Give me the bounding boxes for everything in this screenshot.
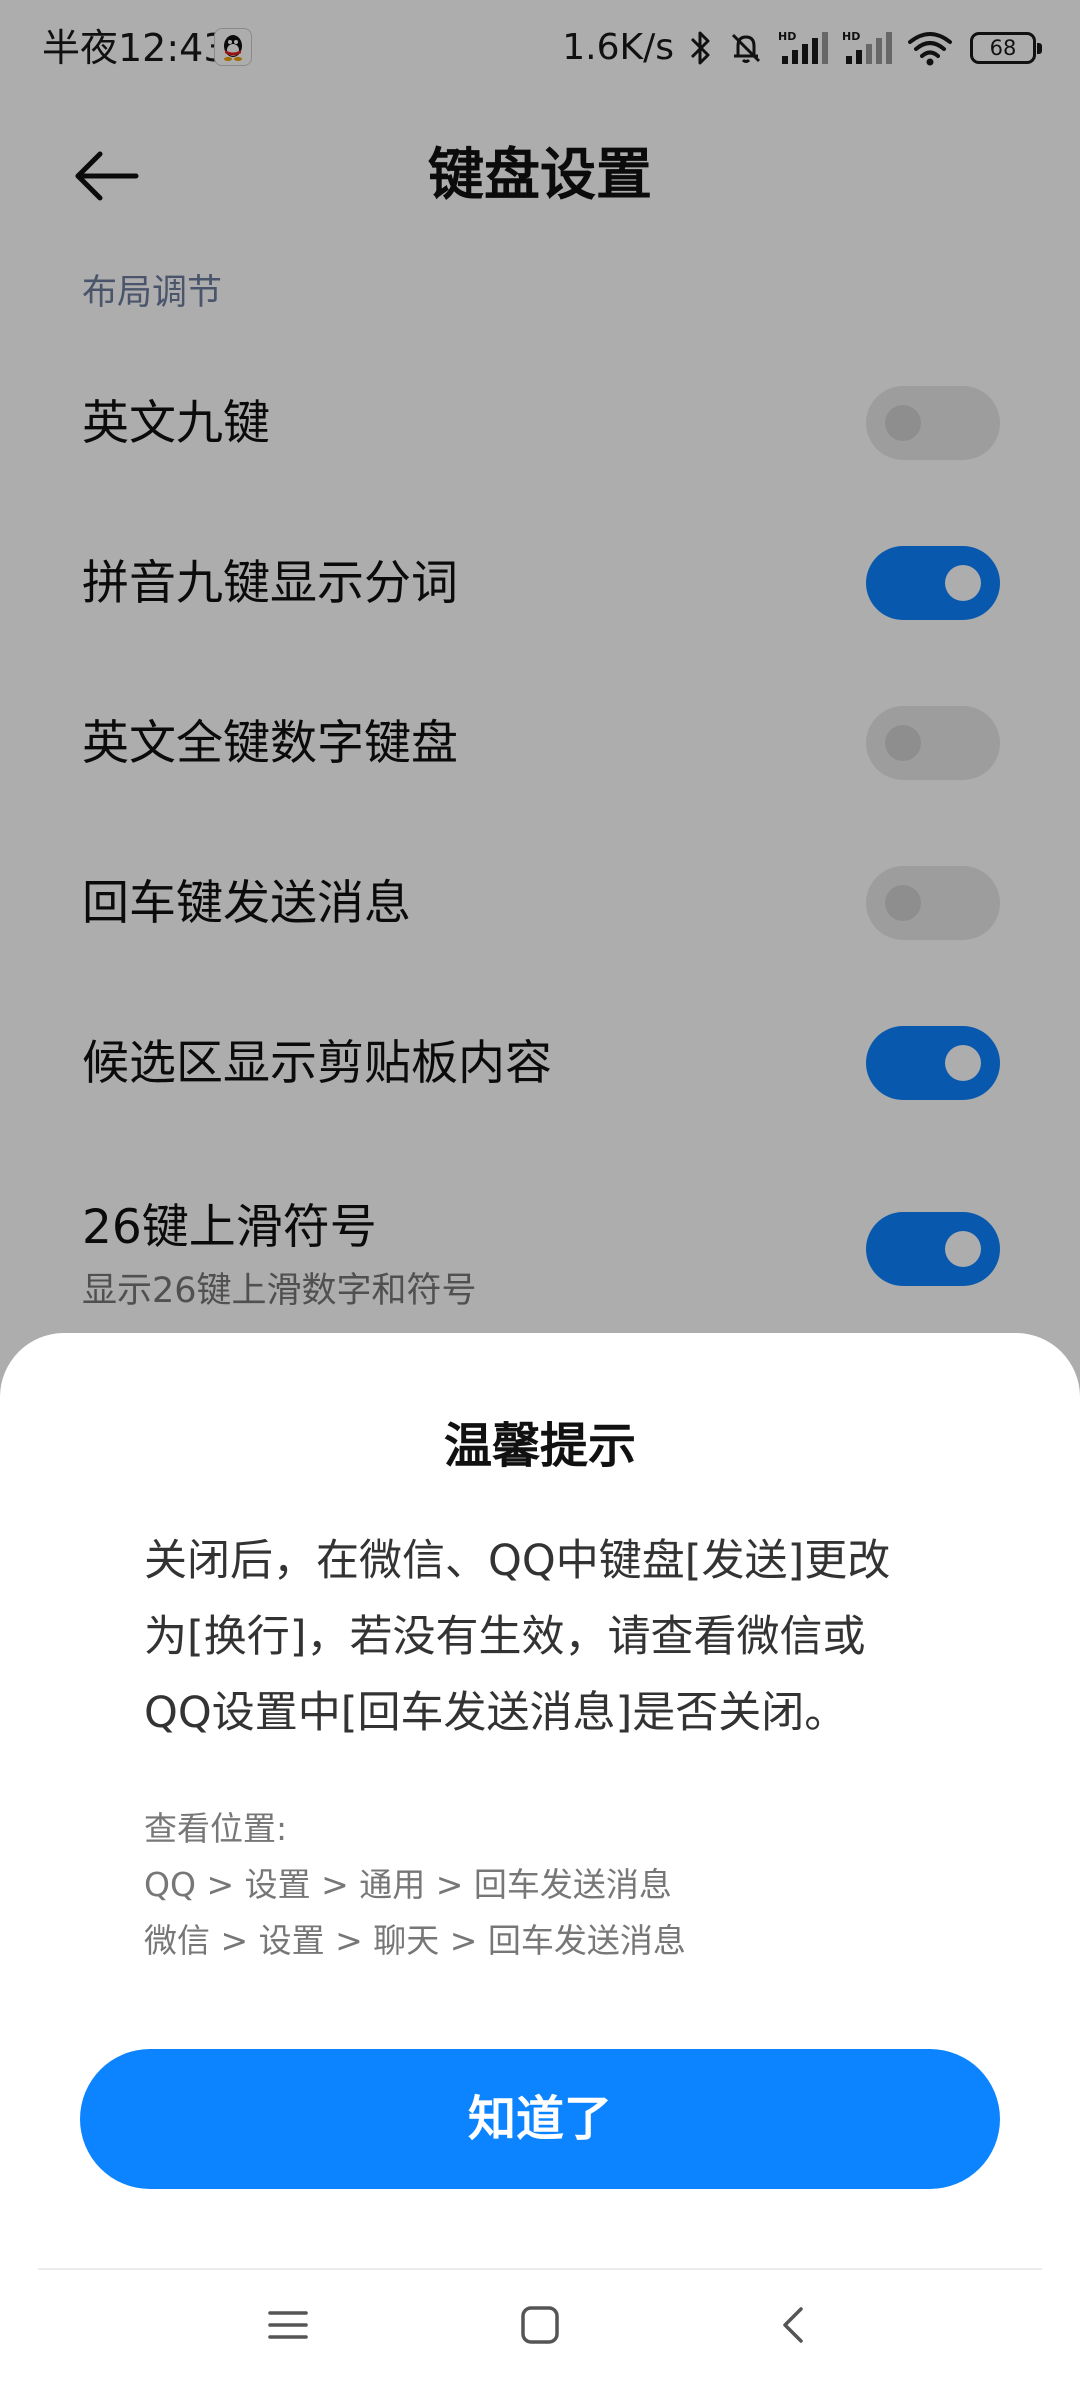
dialog-message-line: 为[换行]，若没有生效，请查看微信或 <box>144 1612 866 1662</box>
path-qq: QQ > 设置 > 通用 > 回车发送消息 <box>144 1865 672 1904</box>
home-square-icon[interactable] <box>500 2290 580 2360</box>
back-chevron-icon[interactable] <box>752 2290 832 2360</box>
settings-path-info: 查看位置: QQ > 设置 > 通用 > 回车发送消息 微信 > 设置 > 聊天… <box>144 1801 944 1969</box>
menu-icon[interactable] <box>248 2290 328 2360</box>
dialog-title: 温馨提示 <box>443 1418 636 1474</box>
dialog-message-line: QQ设置中[回车发送消息]是否关闭。 <box>144 1688 848 1738</box>
path-wechat: 微信 > 设置 > 聊天 > 回车发送消息 <box>144 1921 686 1960</box>
dialog-message: 关闭后，在微信、QQ中键盘[发送]更改 为[换行]，若没有生效，请查看微信或 Q… <box>144 1523 944 1751</box>
tip-dialog: 温馨提示 关闭后，在微信、QQ中键盘[发送]更改 为[换行]，若没有生效，请查看… <box>0 1333 1080 2400</box>
path-heading: 查看位置: <box>144 1809 288 1848</box>
confirm-button[interactable]: 知道了 <box>80 2049 1000 2189</box>
dialog-message-line: 关闭后，在微信、QQ中键盘[发送]更改 <box>144 1536 891 1586</box>
navigation-bar <box>0 2270 1080 2400</box>
